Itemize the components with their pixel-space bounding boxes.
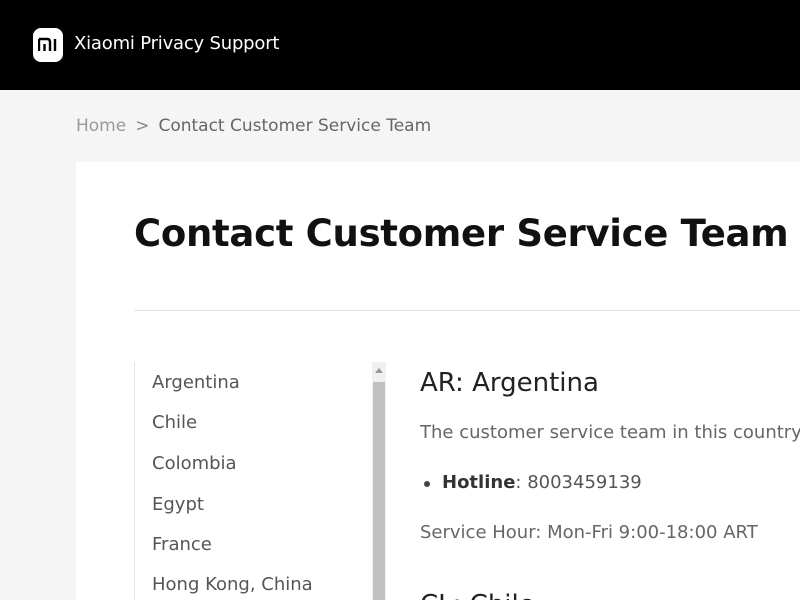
- hotline-separator: :: [515, 472, 528, 493]
- breadcrumb-separator: >: [135, 116, 150, 136]
- hotline-number: 8003459139: [527, 472, 642, 493]
- page-title: Contact Customer Service Team: [134, 212, 789, 255]
- country-item-argentina[interactable]: Argentina: [152, 372, 240, 393]
- scrollbar-thumb[interactable]: [373, 382, 385, 600]
- bullet-icon: [424, 481, 430, 487]
- country-item-egypt[interactable]: Egypt: [152, 494, 204, 515]
- country-detail-panel: AR: Argentina The customer service team …: [420, 362, 800, 600]
- service-hour: Service Hour: Mon-Fri 9:00-18:00 ART: [420, 522, 758, 543]
- country-item-france[interactable]: France: [152, 534, 212, 555]
- scroll-up-arrow-icon[interactable]: [375, 368, 383, 373]
- country-heading: AR: Argentina: [420, 368, 599, 398]
- content-card: Contact Customer Service Team Argentina …: [76, 162, 800, 600]
- country-item-hong-kong[interactable]: Hong Kong, China: [152, 574, 313, 595]
- country-list-scrollbar[interactable]: [372, 362, 386, 600]
- breadcrumb: Home > Contact Customer Service Team: [76, 116, 431, 136]
- country-list[interactable]: Argentina Chile Colombia Egypt France Ho…: [134, 362, 387, 600]
- country-item-colombia[interactable]: Colombia: [152, 453, 237, 474]
- next-country-heading: CL: Chile: [420, 590, 535, 600]
- breadcrumb-home-link[interactable]: Home: [76, 116, 126, 136]
- title-divider: [134, 310, 800, 311]
- top-navigation-bar: Xiaomi Privacy Support: [0, 0, 800, 90]
- hotline-label: Hotline: [442, 472, 516, 493]
- mi-logo-icon[interactable]: [33, 28, 63, 62]
- country-item-chile[interactable]: Chile: [152, 412, 197, 433]
- hotline-item: Hotline: 8003459139: [424, 472, 642, 493]
- site-brand-title[interactable]: Xiaomi Privacy Support: [74, 33, 279, 54]
- country-description: The customer service team in this countr…: [420, 422, 800, 443]
- breadcrumb-current: Contact Customer Service Team: [158, 116, 432, 136]
